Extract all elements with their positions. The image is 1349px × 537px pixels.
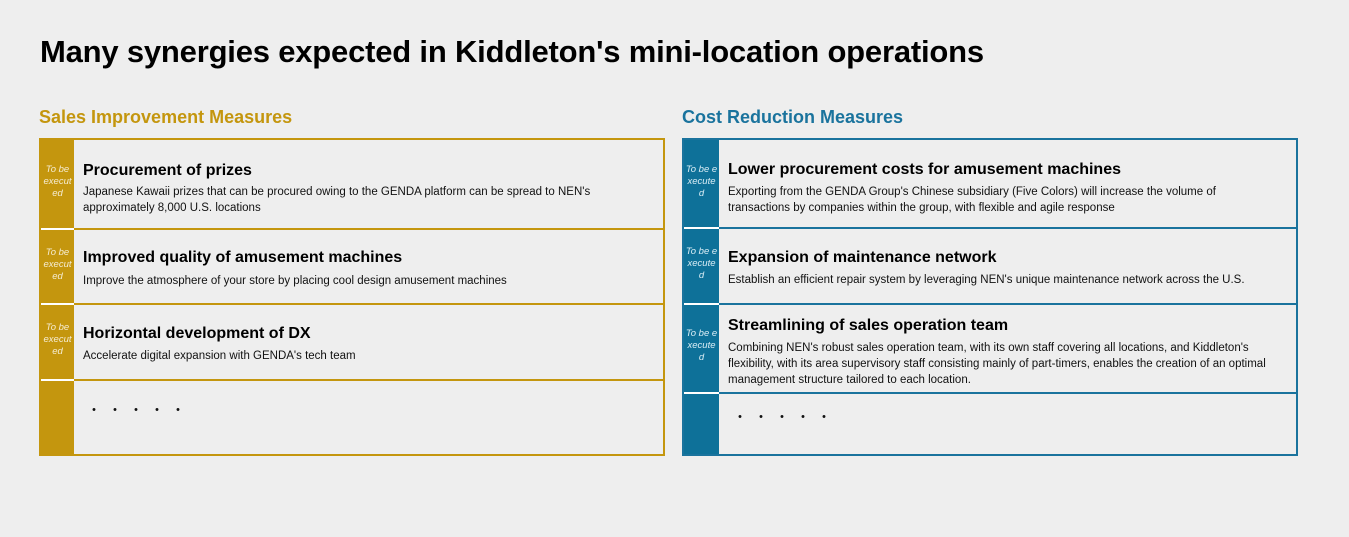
status-tag: To be executed <box>685 246 718 281</box>
measure-description: Improve the atmosphere of your store by … <box>83 275 507 287</box>
status-tag: To be executed <box>43 164 72 199</box>
list-item: To be executed Horizontal development of… <box>41 304 663 381</box>
measure-title: Expansion of maintenance network <box>728 249 997 266</box>
measure-description: Exporting from the GENDA Group's Chinese… <box>728 186 1216 214</box>
cost-reduction-heading: Cost Reduction Measures <box>682 107 904 127</box>
measure-description: Establish an efficient repair system by … <box>728 274 1245 286</box>
more-ellipsis: ・・・・・ <box>87 402 192 418</box>
sales-improvement-panel: Sales Improvement Measures To be execute… <box>39 106 665 456</box>
measure-title: Horizontal development of DX <box>83 325 311 342</box>
more-ellipsis: ・・・・・ <box>733 409 838 425</box>
sales-improvement-heading: Sales Improvement Measures <box>39 107 293 127</box>
status-tag: To be executed <box>43 247 72 282</box>
list-item: To be executed Lower procurement costs f… <box>684 140 1296 229</box>
measure-title: Lower procurement costs for amusement ma… <box>728 161 1121 178</box>
measure-description: Combining NEN's robust sales operation t… <box>728 342 1266 386</box>
status-tag: To be executed <box>43 322 72 357</box>
measure-title: Streamlining of sales operation team <box>728 317 1009 334</box>
list-item: To be executed Improved quality of amuse… <box>41 229 663 305</box>
measure-description: Accelerate digital expansion with GENDA'… <box>83 350 356 362</box>
measure-title: Improved quality of amusement machines <box>83 249 403 266</box>
list-item: ・・・・・ <box>41 380 663 454</box>
list-item: To be executed Procurement of prizes Jap… <box>41 140 663 230</box>
cost-reduction-panel: Cost Reduction Measures To be executed L… <box>682 106 1298 456</box>
list-item: ・・・・・ <box>684 393 1296 454</box>
list-item: To be executed Streamlining of sales ope… <box>684 304 1296 394</box>
sales-improvement-box: To be executed Procurement of prizes Jap… <box>39 138 665 456</box>
measure-title: Procurement of prizes <box>83 162 252 179</box>
status-tag: To be executed <box>685 328 718 363</box>
page-title: Many synergies expected in Kiddleton's m… <box>40 34 984 69</box>
list-item: To be executed Expansion of maintenance … <box>684 228 1296 305</box>
cost-reduction-box: To be executed Lower procurement costs f… <box>682 138 1298 456</box>
measure-description: Japanese Kawaii prizes that can be procu… <box>83 186 591 214</box>
status-tag: To be executed <box>685 164 718 199</box>
